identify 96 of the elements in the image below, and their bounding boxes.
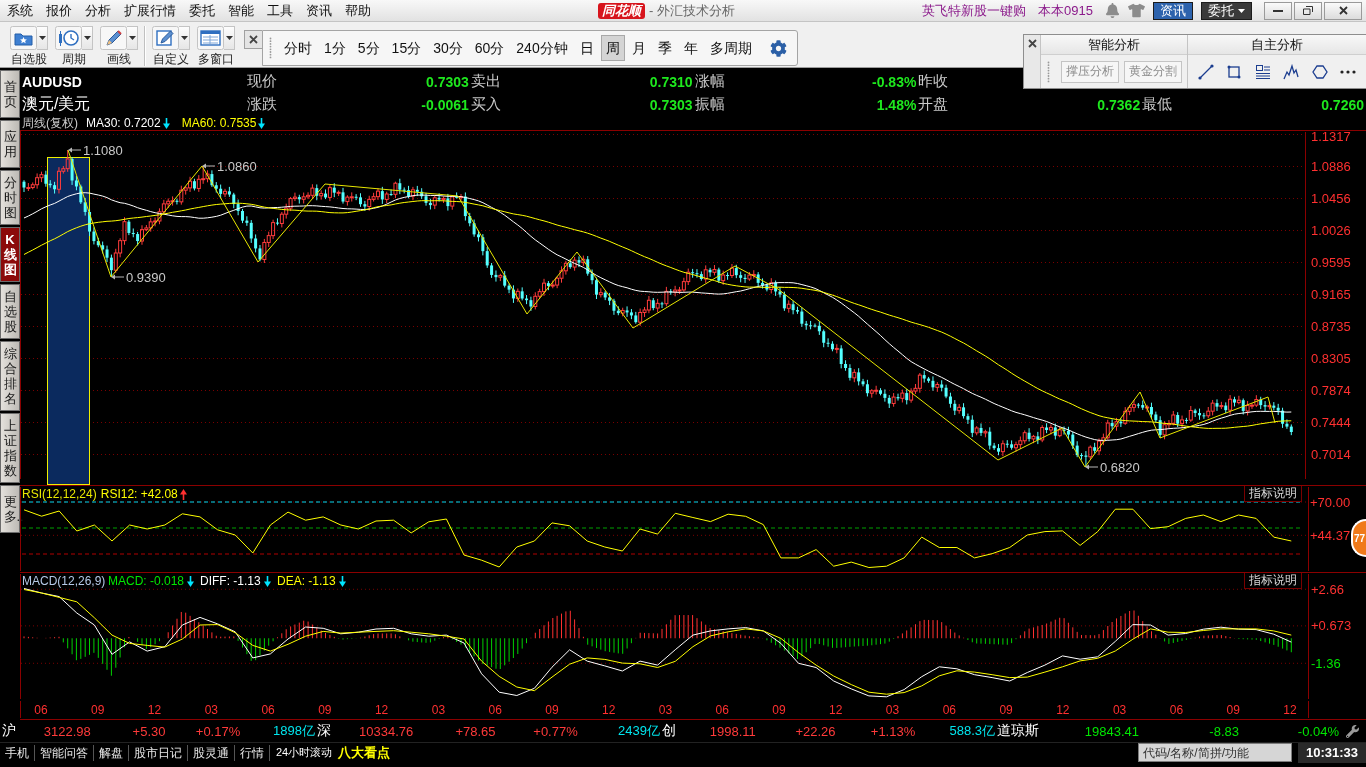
panel-header: 智能分析 [1041, 35, 1187, 55]
time-axis-label: 12 [1056, 703, 1070, 717]
time-axis-label: 06 [715, 703, 729, 717]
chart-period-label: 周线(复权) [22, 116, 78, 130]
quote-value: 0.7260 [1321, 96, 1364, 113]
price-axis-label: 1.0886 [1311, 158, 1351, 174]
index-percent: +1.13% [869, 723, 916, 739]
index-value: 1998.11 [708, 723, 756, 739]
quote-label: 涨跌 [247, 95, 277, 114]
time-axis-label: 03 [658, 703, 673, 717]
time-axis-label: 06 [1169, 703, 1184, 717]
quote-label: 开盘 [918, 95, 949, 114]
series-legend: DIFF: -1.13 [200, 574, 261, 588]
histogram-legend: MACD: -0.018 [108, 574, 185, 588]
time-axis-label: 09 [999, 703, 1013, 717]
moving-average-value: MA30: 0.7202 [86, 116, 161, 130]
time-axis-label: 06 [488, 703, 502, 717]
index-percent: +0.77% [532, 723, 578, 739]
time-axis-label: 09 [1226, 703, 1240, 717]
time-axis-label: 09 [545, 703, 559, 717]
time-axis-label: 03 [204, 703, 218, 717]
macd-axis-label: +2.66 [1311, 581, 1344, 597]
index-change: +78.65 [454, 723, 496, 739]
quote-value: 1.48% [876, 96, 917, 113]
price-annotation: 1.0860 [217, 158, 257, 174]
time-axis-label: 12 [829, 703, 843, 717]
time-axis-label: 12 [602, 703, 616, 717]
quote-label: 现价 [247, 72, 277, 91]
time-axis-label: 12 [147, 703, 162, 717]
macd-axis-label: +0.673 [1311, 618, 1352, 634]
index-name: 道琼斯 [996, 722, 1039, 740]
time-axis-label: 09 [318, 703, 332, 717]
price-axis-label: 0.7444 [1311, 414, 1351, 430]
moving-average-value: MA60: 0.7535 [181, 116, 257, 130]
app-logo: 同花顺 [598, 2, 645, 19]
rsi-axis-label: +70.00 [1310, 494, 1351, 510]
index-change: +22.26 [794, 723, 836, 739]
time-axis-label: 06 [261, 703, 275, 717]
time-axis-label: 03 [431, 703, 446, 717]
quote-label: 涨幅 [694, 72, 725, 91]
news-label: 24小时滚动 [276, 745, 333, 760]
time-axis-label: 12 [374, 703, 389, 717]
symbol-code: AUDUSD [21, 73, 82, 90]
quote-value: -0.83% [872, 73, 917, 90]
price-axis-label: 0.9165 [1311, 286, 1351, 302]
index-turnover: 1898亿 [272, 722, 315, 740]
quote-value: 0.7303 [425, 73, 469, 90]
series-legend: RSI12: +42.08 [100, 487, 178, 501]
window-title: - 外汇技术分析 [649, 1, 735, 20]
index-name: 深 [316, 722, 331, 740]
price-axis-label: 0.8735 [1311, 318, 1351, 334]
price-axis-label: 0.7874 [1311, 382, 1351, 398]
price-axis-label: 0.7014 [1311, 446, 1351, 462]
time-axis-label: 03 [885, 703, 900, 717]
series-legend: DEA: -1.13 [277, 574, 336, 588]
time-axis-label: 09 [91, 703, 105, 717]
price-annotation: 0.9390 [126, 269, 166, 285]
quote-value: -0.0061 [421, 96, 469, 113]
index-value: 19843.41 [1083, 723, 1139, 739]
symbol-name: 澳元/美元 [21, 94, 91, 114]
panel-header: 自主分析 [1188, 35, 1366, 55]
price-annotation: 1.1080 [83, 142, 123, 158]
quote-value: 0.7303 [649, 96, 693, 113]
quote-value: 0.7310 [649, 73, 693, 90]
macd-axis-label: -1.36 [1311, 655, 1341, 671]
chart-title: RSI(12,12,24) [22, 487, 97, 501]
quote-label: 买入 [470, 95, 501, 114]
index-value: 10334.76 [358, 723, 414, 739]
time-axis-label: 12 [1283, 703, 1297, 717]
index-turnover: 588.3亿 [948, 722, 995, 740]
quote-label: 昨收 [918, 72, 949, 91]
index-name: 创 [661, 722, 676, 740]
clock-time: 10:31:33 [1298, 742, 1366, 763]
time-axis-label: 09 [772, 703, 786, 717]
quote-label: 振幅 [694, 95, 725, 114]
quote-value: 0.7362 [1097, 96, 1141, 113]
index-turnover: 2439亿 [617, 722, 660, 740]
index-change: +5.30 [131, 723, 166, 739]
price-axis-label: 1.0026 [1311, 222, 1351, 238]
index-percent: -0.04% [1296, 723, 1339, 739]
price-axis-label: 1.0456 [1311, 190, 1351, 206]
index-name: 沪 [1, 722, 16, 740]
index-change: -8.83 [1208, 723, 1239, 739]
chart-title: MACD(12,26,9) [22, 574, 106, 588]
price-axis-label: 1.1317 [1311, 129, 1351, 144]
quote-label: 最低 [1142, 95, 1173, 114]
index-value: 3122.98 [42, 723, 91, 739]
quote-label: 卖出 [470, 72, 501, 91]
time-axis-label: 06 [34, 703, 48, 717]
price-axis-label: 0.8305 [1311, 350, 1351, 366]
time-axis-label: 03 [1112, 703, 1127, 717]
rsi-axis-label: +44.37 [1310, 527, 1351, 543]
time-axis-label: 06 [942, 703, 956, 717]
price-axis-label: 0.9595 [1311, 254, 1351, 270]
price-annotation: 0.6820 [1100, 459, 1140, 475]
index-percent: +0.17% [194, 723, 241, 739]
